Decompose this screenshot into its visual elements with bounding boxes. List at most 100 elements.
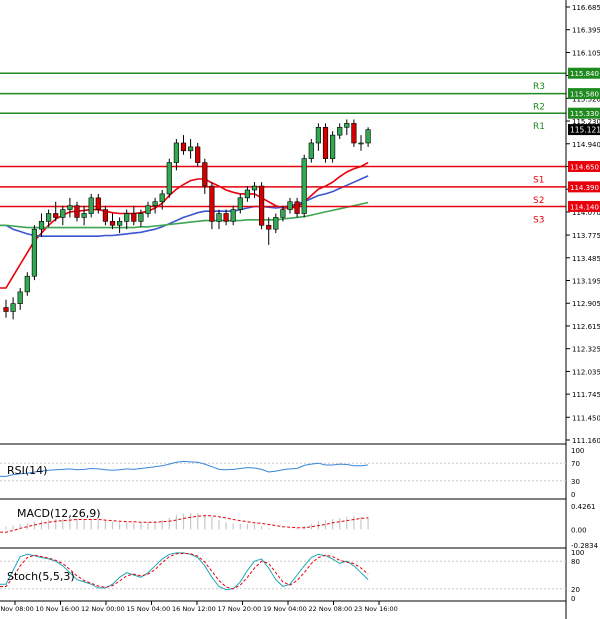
price-tick-label: 116.395 [572, 27, 600, 35]
candle-body [117, 221, 123, 226]
rsi-tick-label: 30 [571, 478, 580, 486]
time-tick-label: 23 Nov 16:00 [354, 605, 398, 613]
candle-body [358, 142, 364, 145]
candle-body [131, 213, 137, 222]
price-tick-label: 114.940 [572, 141, 600, 149]
time-tick-label: 17 Nov 20:00 [218, 605, 262, 613]
candle-body [124, 213, 130, 222]
candle-body [195, 146, 201, 163]
stoch-tick-label: 0 [571, 595, 575, 603]
rsi-tick-label: 0 [571, 491, 575, 499]
time-tick-label: 22 Nov 08:00 [309, 605, 353, 613]
candle-body [258, 185, 265, 226]
level-label-s2: S2 [533, 196, 544, 206]
macd-tick-label: 0.4261 [571, 503, 596, 511]
candle-body [202, 162, 208, 187]
candle-body [216, 213, 222, 222]
time-tick-label: 16 Nov 12:00 [172, 605, 216, 613]
candle-body [24, 275, 30, 293]
price-tick-label: 111.160 [572, 437, 600, 445]
candle-body [315, 126, 322, 144]
candle-body [95, 197, 101, 210]
candle-body [287, 201, 293, 210]
price-tick-label: 113.485 [572, 255, 600, 263]
forex-chart: R3R2R1S1S2S3 116.685116.395116.105115.81… [0, 0, 600, 619]
candle-body [351, 123, 357, 144]
time-tick-label: 10 Nov 16:00 [36, 605, 80, 613]
candle-body [31, 228, 37, 277]
candle-body [237, 197, 243, 210]
rsi-tick-label: 70 [571, 460, 580, 468]
level-label-s1: S1 [533, 175, 544, 185]
candle-body [273, 217, 279, 230]
candle-body [329, 134, 336, 159]
stoch-title: Stoch(5,5,3) [7, 570, 75, 583]
candle-body [159, 193, 165, 203]
macd-tick-label: 0.00 [571, 526, 587, 534]
price-tick-label: 112.035 [572, 368, 600, 376]
time-tick-label: 12 Nov 00:00 [81, 605, 125, 613]
candle-body [102, 209, 108, 222]
level-label-s3: S3 [533, 215, 544, 225]
current-price-label: 115.121 [570, 126, 600, 135]
candle-body [365, 129, 371, 144]
level-tag-label: 114.390 [570, 184, 599, 192]
level-label-r3: R3 [533, 82, 545, 92]
candle-body [145, 205, 151, 214]
candle-body [88, 197, 94, 214]
candle [322, 123, 329, 163]
price-tick-label: 116.105 [572, 49, 600, 57]
stoch-tick-label: 100 [571, 549, 584, 557]
candle-body [209, 185, 215, 222]
candle-body [308, 142, 314, 159]
candle [258, 182, 265, 230]
candle-body [301, 158, 307, 214]
candle-body [188, 146, 194, 152]
candle-body [60, 209, 66, 218]
candle [166, 158, 172, 198]
candle-body [280, 209, 286, 218]
candle-body [337, 126, 343, 136]
level-tag-label: 114.650 [570, 163, 599, 171]
time-tick-label: 19 Nov 04:00 [263, 605, 307, 613]
candle-body [244, 189, 251, 199]
candle-body [138, 213, 144, 222]
level-tag-label: 114.140 [570, 203, 599, 211]
candle-body [166, 162, 172, 195]
candle-body [230, 209, 236, 222]
candle-body [251, 185, 258, 191]
candle-body [344, 123, 350, 128]
price-tick-label: 116.685 [572, 4, 600, 12]
level-tag-label: 115.840 [570, 70, 599, 78]
candle-body [109, 221, 116, 226]
candle-body [53, 213, 59, 218]
level-label-r1: R1 [533, 122, 545, 132]
stoch-tick-label: 80 [571, 558, 580, 566]
current-price-tag: 115.121 [568, 124, 600, 136]
price-tick-label: 111.745 [572, 391, 600, 399]
candle-body [294, 201, 300, 214]
price-tick-label: 112.615 [572, 323, 600, 331]
candle [351, 119, 357, 147]
price-tick-label: 113.195 [572, 278, 600, 286]
candle-body [81, 213, 87, 218]
candle [301, 154, 307, 218]
price-tick-label: 112.325 [572, 346, 600, 354]
candle-body [45, 213, 52, 222]
macd-title: MACD(12,26,9) [17, 507, 101, 520]
candle-body [17, 291, 23, 304]
price-tick-label: 112.905 [572, 300, 600, 308]
candle-body [3, 307, 9, 312]
candle-body [74, 205, 80, 218]
candle [329, 131, 336, 163]
candle-body [38, 221, 45, 230]
price-tick-label: 113.775 [572, 232, 600, 240]
candle-body [322, 126, 329, 159]
time-tick-label: 15 Nov 04:00 [127, 605, 171, 613]
candle [31, 225, 37, 281]
rsi-tick-label: 100 [571, 447, 584, 455]
candle-body [223, 213, 229, 222]
candle-body [67, 205, 73, 210]
rsi-title: RSI(14) [7, 464, 47, 477]
level-label-r2: R2 [533, 103, 545, 113]
